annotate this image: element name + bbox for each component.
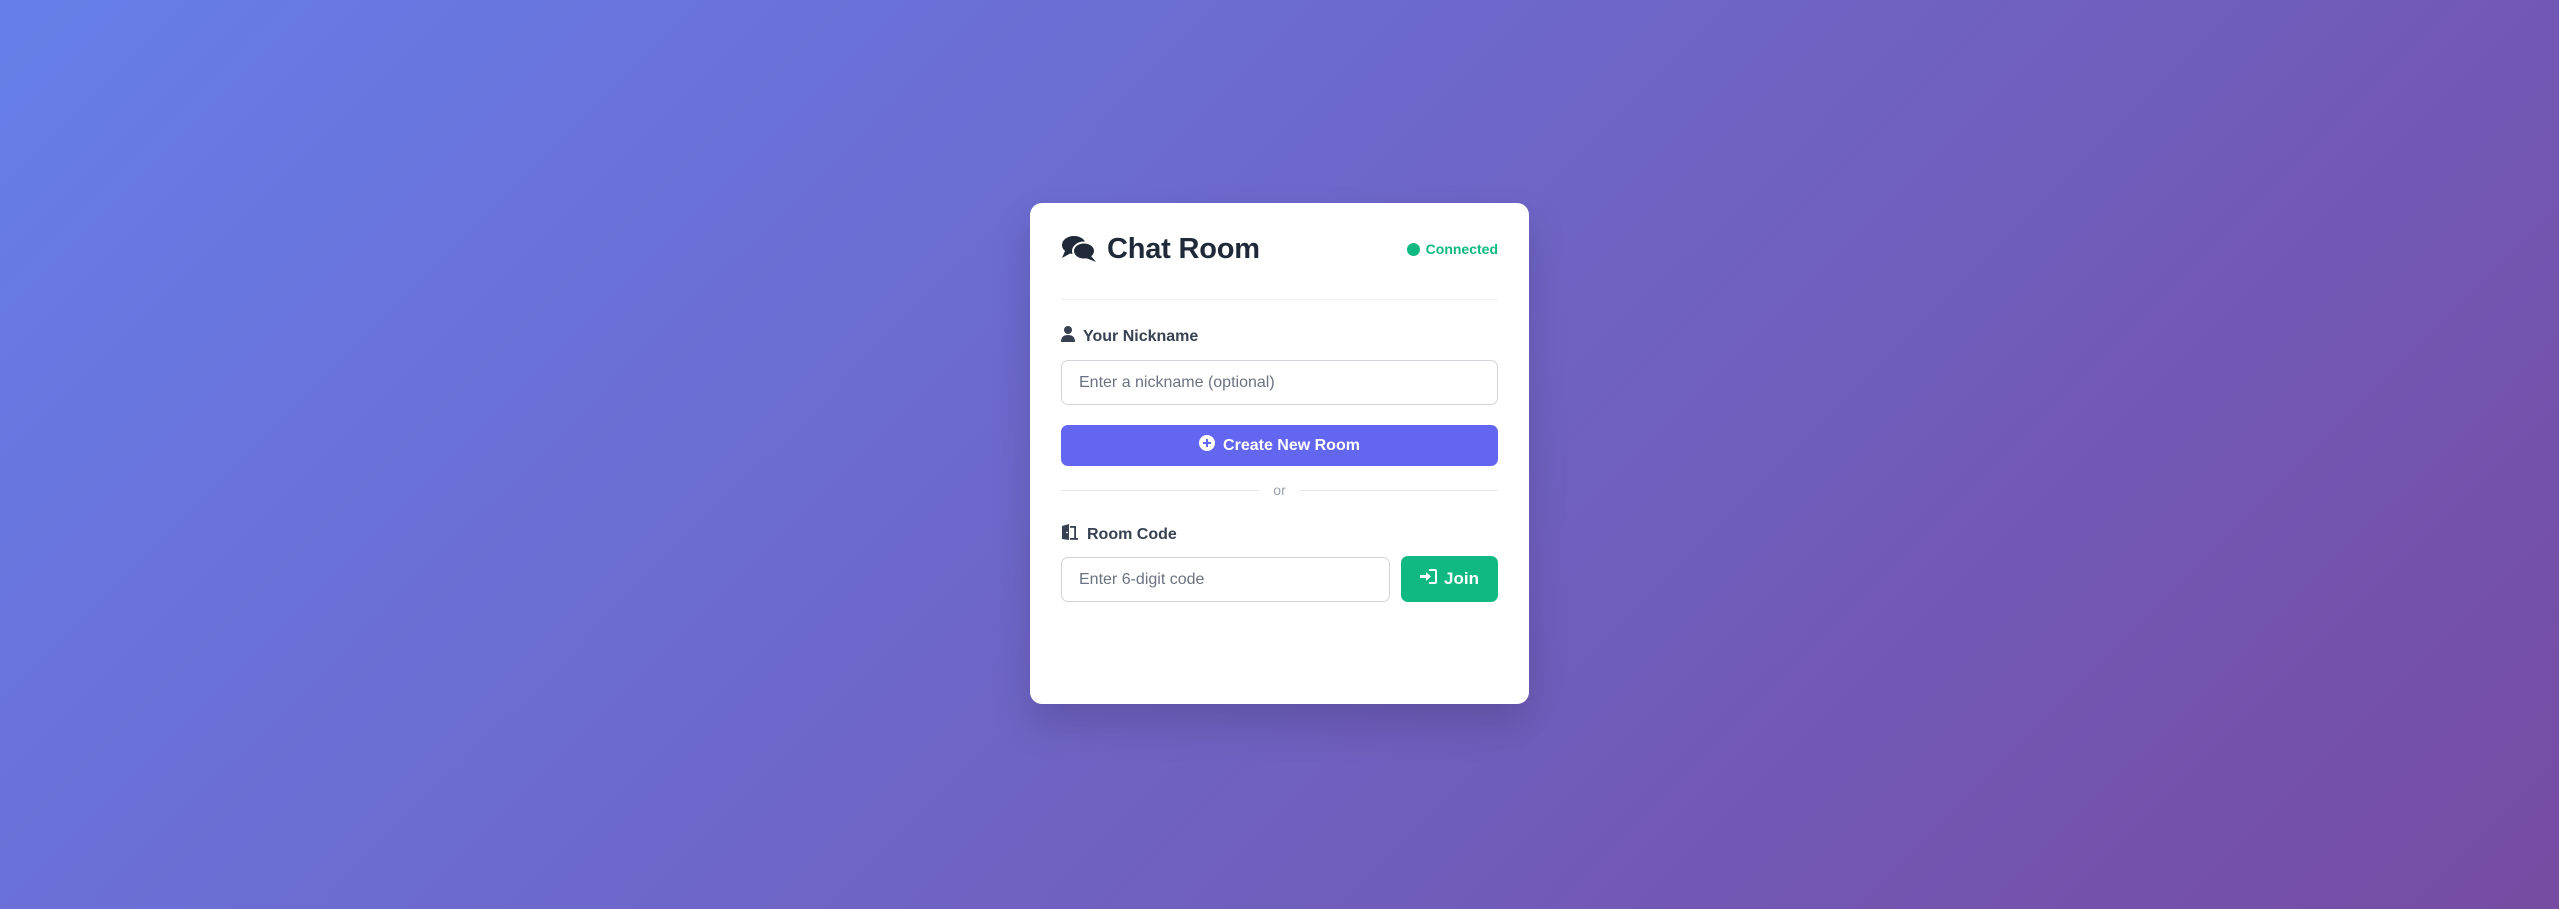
nickname-label-text: Your Nickname <box>1083 327 1199 345</box>
sign-in-icon <box>1420 569 1438 589</box>
join-label: Join <box>1444 569 1479 588</box>
status-label: Connected <box>1425 241 1498 257</box>
nickname-label: Your Nickname <box>1061 326 1498 347</box>
divider-line-right <box>1299 489 1499 491</box>
title-group: Chat Room <box>1061 233 1260 266</box>
card-header: Chat Room Connected <box>1061 203 1498 300</box>
join-button[interactable]: Join <box>1401 556 1498 602</box>
door-open-icon <box>1061 524 1079 545</box>
connection-status: Connected <box>1406 241 1498 257</box>
status-dot-icon <box>1406 242 1420 256</box>
room-code-label: Room Code <box>1061 524 1498 545</box>
divider-line-left <box>1061 489 1260 491</box>
chat-room-card: Chat Room Connected Your Nickname Create… <box>1030 203 1529 704</box>
or-divider: or <box>1061 480 1499 500</box>
plus-circle-icon <box>1199 435 1216 456</box>
nickname-input[interactable] <box>1061 360 1498 405</box>
divider-label: or <box>1273 482 1286 498</box>
create-room-button[interactable]: Create New Room <box>1061 425 1498 466</box>
comments-icon <box>1061 235 1097 263</box>
create-room-label: Create New Room <box>1223 436 1360 454</box>
user-icon <box>1061 326 1075 347</box>
join-row: Join <box>1061 556 1498 602</box>
room-code-input[interactable] <box>1061 557 1390 602</box>
room-code-label-text: Room Code <box>1087 525 1177 543</box>
page-title: Chat Room <box>1107 232 1260 265</box>
